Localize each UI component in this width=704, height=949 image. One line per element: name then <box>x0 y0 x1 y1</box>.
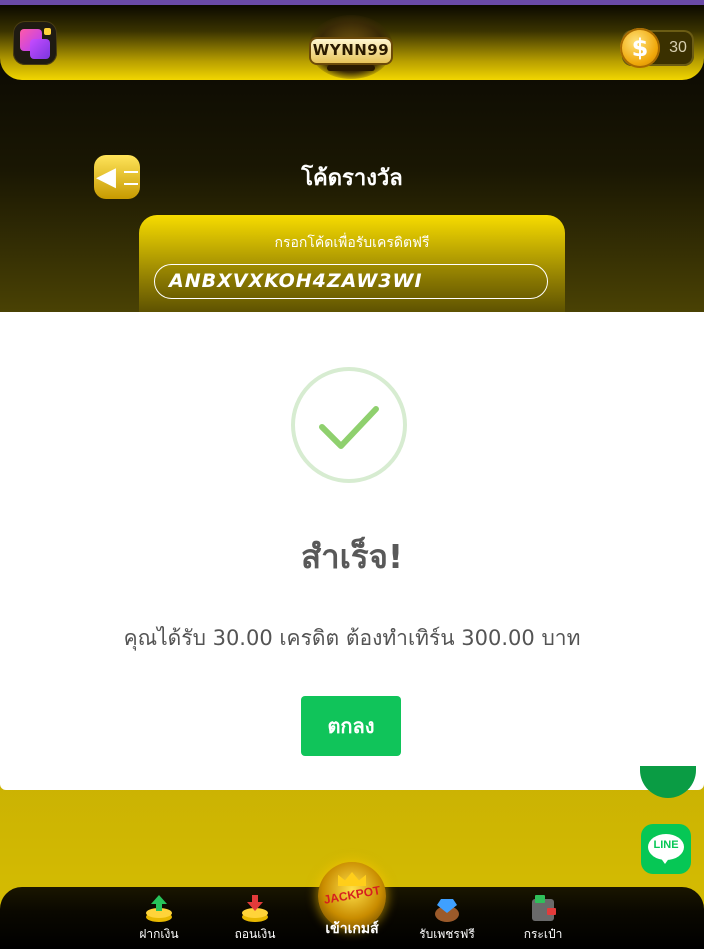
logo-subbar <box>327 65 375 71</box>
brand-logo[interactable]: WYNN99 <box>303 15 399 79</box>
header-bar: WYNN99 $ 30 <box>0 5 704 80</box>
nav-label-enter-game[interactable]: เข้าเกมส์ <box>300 918 404 940</box>
diamond-bag-icon <box>435 899 459 922</box>
line-bubble-tail <box>660 857 670 864</box>
nav-item-free-diamond[interactable]: รับเพชรฟรี <box>412 887 482 949</box>
nav-item-deposit[interactable]: ฝากเงิน <box>124 887 194 949</box>
jackpot-badge: JACKPOT <box>322 883 382 907</box>
crown-icon <box>338 872 366 886</box>
modal-message: คุณได้รับ 30.00 เครดิต ต้องทำเทิร์น 300.… <box>123 626 581 650</box>
ok-button[interactable]: ตกลง <box>301 696 401 756</box>
line-button[interactable]: LINE <box>641 824 691 874</box>
page-title: โค้ดรางวัล <box>301 166 403 191</box>
menu-icon-dot <box>44 28 51 35</box>
withdraw-icon <box>242 895 268 922</box>
check-mark-svg <box>319 406 379 449</box>
menu-icon[interactable] <box>13 21 57 65</box>
coin-balance: 30 <box>669 39 687 56</box>
nav-label-withdraw: ถอนเงิน <box>234 927 276 941</box>
success-check-icon <box>291 367 407 483</box>
menu-icon-square-b <box>30 39 50 59</box>
code-label: กรอกโค้ดเพื่อรับเครดิตฟรี <box>274 235 430 251</box>
deposit-icon <box>146 895 172 922</box>
nav-label-deposit: ฝากเงิน <box>139 927 179 941</box>
modal-title: สำเร็จ! <box>300 537 404 576</box>
wallet-icon <box>532 895 556 921</box>
nav-item-withdraw[interactable]: ถอนเงิน <box>220 887 290 949</box>
nav-label-wallet: กระเป๋า <box>523 927 563 941</box>
coin-icon: $ <box>620 28 660 68</box>
nav-label-free-diamond: รับเพชรฟรี <box>419 927 475 941</box>
code-input[interactable]: ANBXVXKOH4ZAW3WI <box>154 264 548 299</box>
coin-balance-box[interactable]: $ 30 <box>620 28 694 68</box>
nav-item-wallet[interactable]: กระเป๋า <box>508 887 578 949</box>
line-label: LINE <box>653 839 679 851</box>
logo-text: WYNN99 <box>312 41 390 59</box>
